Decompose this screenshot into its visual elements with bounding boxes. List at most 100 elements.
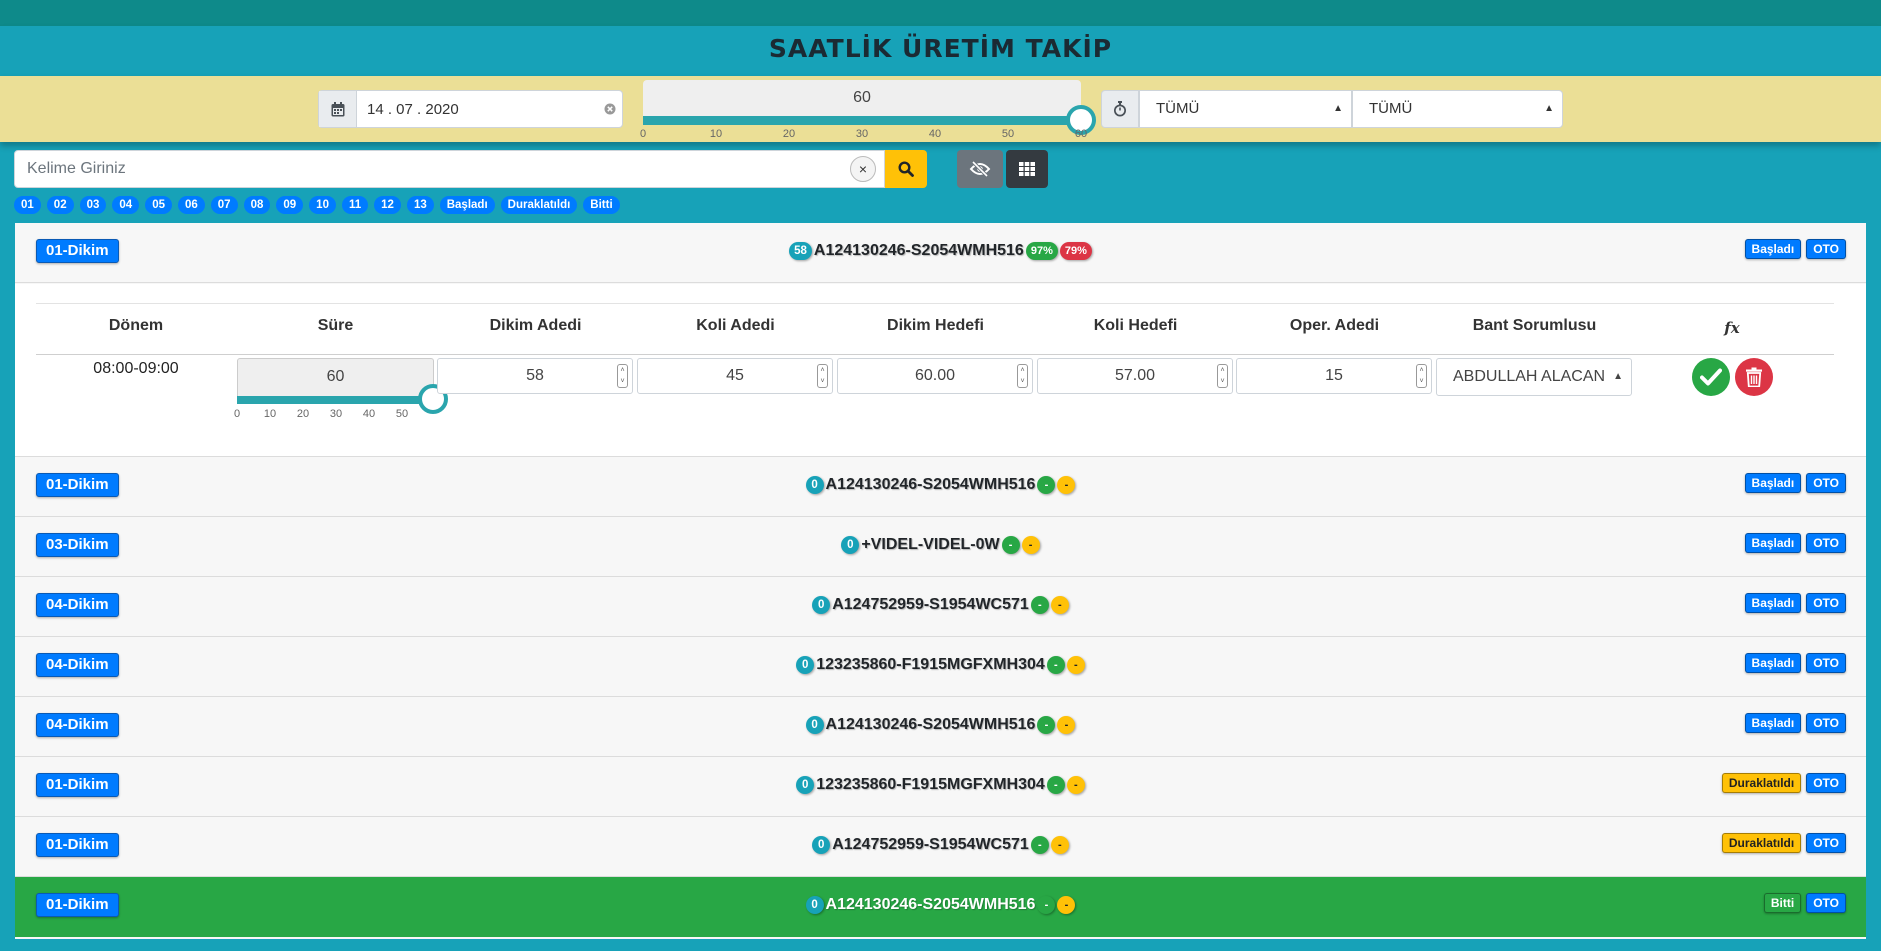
delete-button[interactable] xyxy=(1735,358,1773,396)
search-icon xyxy=(898,161,914,177)
efficiency-badge: - xyxy=(1046,776,1065,794)
status-badge[interactable]: Duraklatıldı xyxy=(1721,773,1802,793)
status-badge[interactable]: Başladı xyxy=(1744,239,1802,259)
scale-tick: 10 xyxy=(709,128,723,140)
chip-01[interactable]: 01 xyxy=(14,196,41,214)
list-item[interactable]: 04-Dikim 0 A124752959-S1954WC571 - - Baş… xyxy=(15,577,1866,637)
chip-07[interactable]: 07 xyxy=(210,196,238,214)
row-status: Duraklatıldı OTO xyxy=(1721,833,1846,853)
mode-badge[interactable]: OTO xyxy=(1806,713,1846,733)
sure-slider-track[interactable] xyxy=(237,396,434,404)
koli-adedi-input[interactable]: 45 ˄ ˅ xyxy=(637,358,833,394)
date-clear-icon[interactable] xyxy=(598,91,622,127)
chip-duraklatildi[interactable]: Duraklatıldı xyxy=(500,196,578,214)
divider xyxy=(36,354,1834,355)
mode-badge[interactable]: OTO xyxy=(1806,473,1846,493)
duration-slider-track[interactable] xyxy=(643,116,1081,125)
check-icon xyxy=(1700,368,1722,386)
list-item[interactable]: 03-Dikim 0 +VIDEL-VIDEL-0W - - Başladı O… xyxy=(15,517,1866,577)
row-status: Başladı OTO xyxy=(1744,533,1846,553)
efficiency-badge: - xyxy=(1037,476,1056,494)
mode-badge[interactable]: OTO xyxy=(1806,773,1846,793)
scale-tick: 50 xyxy=(395,408,409,420)
formula-icon[interactable]: fx xyxy=(1712,319,1752,337)
scale-tick: 0 xyxy=(233,408,241,420)
status-badge[interactable]: Bitti xyxy=(1763,893,1802,913)
list-item[interactable]: 04-Dikim 0 123235860-F1915MGFXMH304 - - … xyxy=(15,637,1866,697)
spinner-icon[interactable]: ˄ ˅ xyxy=(1416,364,1427,388)
spinner-icon[interactable]: ˄ ˅ xyxy=(617,364,628,388)
spinner-icon[interactable]: ˄ ˅ xyxy=(1217,364,1228,388)
koli-hedefi-input[interactable]: 57.00 ˄ ˅ xyxy=(1037,358,1233,394)
chip-08[interactable]: 08 xyxy=(243,196,271,214)
search-button[interactable] xyxy=(885,150,927,188)
list-item[interactable]: 01-Dikim 0 A124130246-S2054WMH516 - - Bi… xyxy=(15,877,1866,937)
spinner-icon[interactable]: ˄ ˅ xyxy=(817,364,828,388)
status-badge[interactable]: Başladı xyxy=(1744,713,1802,733)
chip-09[interactable]: 09 xyxy=(276,196,304,214)
status-badge[interactable]: Başladı xyxy=(1744,473,1802,493)
order-info: 58 A124130246-S2054WMH516 97% 79% xyxy=(15,242,1866,260)
calendar-icon[interactable] xyxy=(319,91,357,127)
order-info: 0 A124752959-S1954WC571 - - xyxy=(15,596,1866,614)
chip-13[interactable]: 13 xyxy=(406,196,434,214)
search-input[interactable] xyxy=(14,150,885,188)
mode-badge[interactable]: OTO xyxy=(1806,653,1846,673)
chip-05[interactable]: 05 xyxy=(145,196,172,214)
list-item[interactable]: 01-Dikim 0 123235860-F1915MGFXMH304 - - … xyxy=(15,757,1866,817)
count-badge: 0 xyxy=(812,836,831,854)
count-badge: 0 xyxy=(796,656,815,674)
col-header-donem: Dönem xyxy=(108,317,164,334)
chip-02[interactable]: 02 xyxy=(46,196,74,214)
filter-chips: 01 02 03 04 05 06 07 08 09 10 11 12 13 B… xyxy=(14,196,620,214)
mode-badge[interactable]: OTO xyxy=(1806,893,1846,913)
list-item[interactable]: 01-Dikim 58 A124130246-S2054WMH516 97% 7… xyxy=(15,223,1866,283)
mode-badge[interactable]: OTO xyxy=(1806,533,1846,553)
status-badge[interactable]: Duraklatıldı xyxy=(1721,833,1802,853)
filter-select-2[interactable]: TÜMÜ ▲ xyxy=(1352,90,1563,128)
grid-icon xyxy=(1019,162,1035,176)
mode-badge[interactable]: OTO xyxy=(1806,593,1846,613)
order-code: A124752959-S1954WC571 xyxy=(832,596,1029,613)
mode-badge[interactable]: OTO xyxy=(1806,239,1846,259)
status-badge[interactable]: Başladı xyxy=(1744,653,1802,673)
scale-tick: 40 xyxy=(928,128,942,140)
chip-basladi[interactable]: Başladı xyxy=(439,196,495,214)
select-arrows-icon: ▲ xyxy=(1544,103,1554,114)
chip-10[interactable]: 10 xyxy=(309,196,336,214)
bant-sorumlusu-select[interactable]: ABDULLAH ALACAN ▲ xyxy=(1436,358,1632,396)
chip-03[interactable]: 03 xyxy=(79,196,107,214)
chip-12[interactable]: 12 xyxy=(374,196,401,214)
search-clear-button[interactable]: × xyxy=(850,156,876,182)
count-badge: 0 xyxy=(805,896,824,914)
oper-adedi-input[interactable]: 15 ˄ ˅ xyxy=(1236,358,1432,394)
target-badge: - xyxy=(1050,596,1069,614)
sure-slider-scale: 0 10 20 30 40 50 xyxy=(233,408,434,422)
koli-hedefi-value: 57.00 xyxy=(1114,367,1156,384)
spinner-icon[interactable]: ˄ ˅ xyxy=(1017,364,1028,388)
dikim-hedefi-value: 60.00 xyxy=(914,367,956,384)
top-bar xyxy=(0,0,1881,26)
grid-view-button[interactable] xyxy=(1006,150,1048,188)
dikim-adedi-input[interactable]: 58 ˄ ˅ xyxy=(437,358,633,394)
status-badge[interactable]: Başladı xyxy=(1744,593,1802,613)
chip-bitti[interactable]: Bitti xyxy=(583,196,620,214)
sure-slider-value: 60 xyxy=(237,358,434,396)
chip-06[interactable]: 06 xyxy=(177,196,205,214)
save-button[interactable] xyxy=(1692,358,1730,396)
chip-11[interactable]: 11 xyxy=(341,196,369,214)
list-item[interactable]: 01-Dikim 0 A124752959-S1954WC571 - - Dur… xyxy=(15,817,1866,877)
chip-04[interactable]: 04 xyxy=(112,196,140,214)
list-item[interactable]: 04-Dikim 0 A124130246-S2054WMH516 - - Ba… xyxy=(15,697,1866,757)
mode-badge[interactable]: OTO xyxy=(1806,833,1846,853)
production-list: 01-Dikim 58 A124130246-S2054WMH516 97% 7… xyxy=(15,223,1866,939)
list-item[interactable]: 01-Dikim 0 A124130246-S2054WMH516 - - Ba… xyxy=(15,457,1866,517)
efficiency-badge: - xyxy=(1037,896,1056,914)
filter-select-1[interactable]: TÜMÜ ▲ xyxy=(1139,90,1352,128)
date-input[interactable] xyxy=(357,91,598,127)
dikim-hedefi-input[interactable]: 60.00 ˄ ˅ xyxy=(837,358,1033,394)
efficiency-badge: - xyxy=(1037,716,1056,734)
hide-toggle-button[interactable] xyxy=(957,150,1003,188)
status-badge[interactable]: Başladı xyxy=(1744,533,1802,553)
order-info: 0 A124130246-S2054WMH516 - - xyxy=(15,716,1866,734)
